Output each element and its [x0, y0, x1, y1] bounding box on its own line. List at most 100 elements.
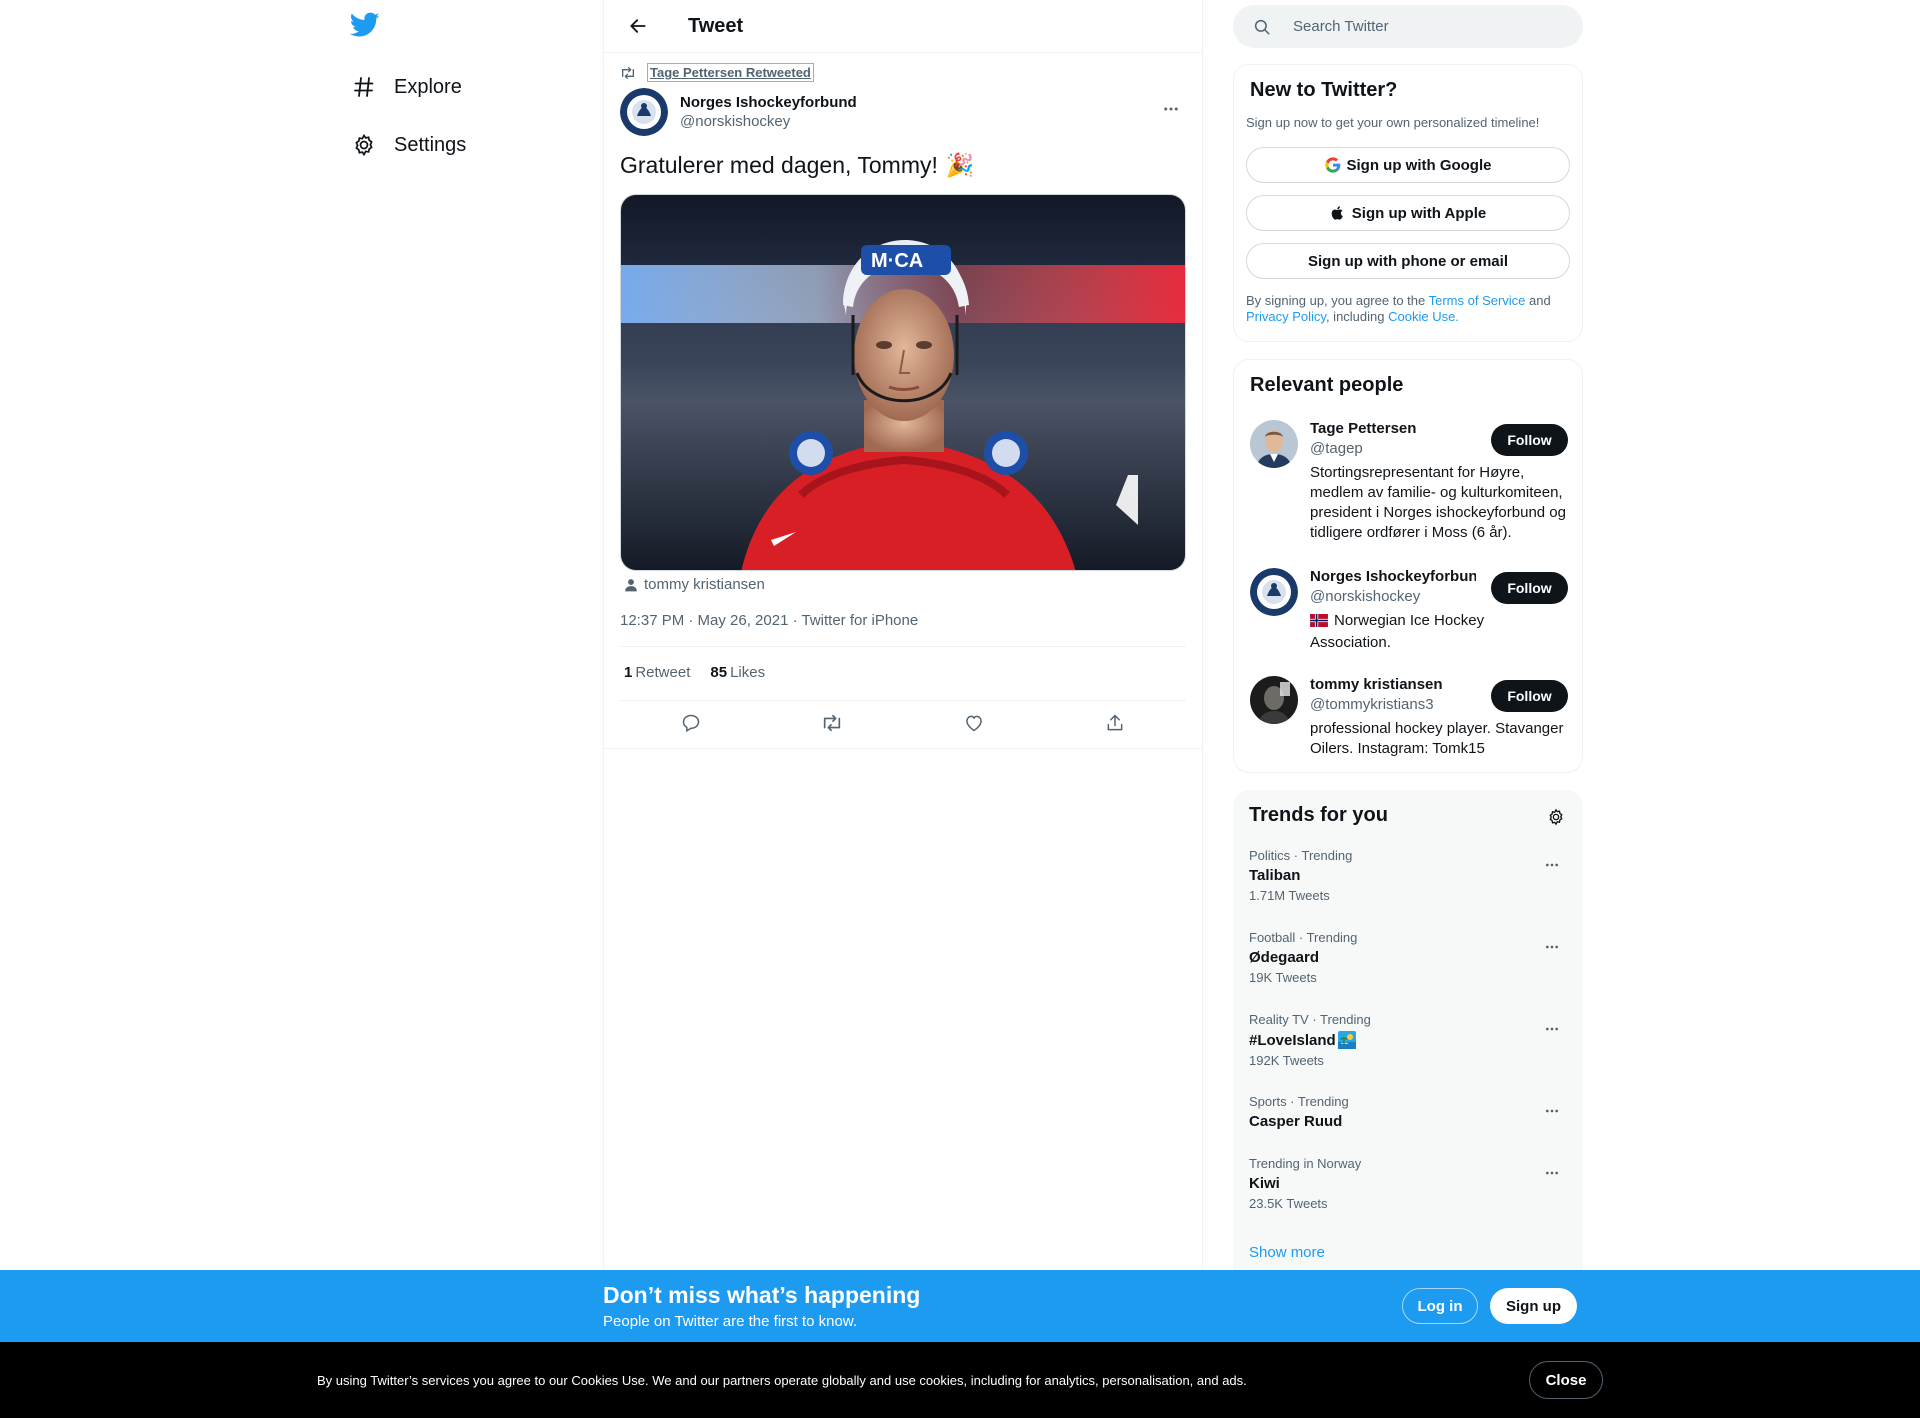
tweet-timestamp[interactable]: 12:37 PM · May 26, 2021 · Twitter for iP… — [620, 612, 918, 629]
more-options-button[interactable] — [1154, 92, 1188, 126]
relevant-people-card: Relevant people Tage Pettersen @tagep St… — [1233, 359, 1583, 773]
retweet-button[interactable] — [813, 704, 851, 742]
more-icon — [1546, 1027, 1558, 1031]
search-input[interactable] — [1293, 18, 1553, 35]
like-button[interactable] — [955, 704, 993, 742]
back-button[interactable] — [620, 8, 656, 44]
avatar[interactable] — [1250, 420, 1298, 468]
trend-context: Football · Trending — [1249, 930, 1358, 945]
author-handle[interactable]: @norskishockey — [680, 113, 857, 130]
page-title: Tweet — [688, 14, 744, 37]
signup-apple-label: Sign up with Apple — [1351, 204, 1487, 222]
gear-icon — [1549, 808, 1563, 826]
author-name[interactable]: Norges Ishockeyforbund — [680, 94, 857, 111]
cookie-use-link[interactable]: Cookie Use. — [1388, 309, 1459, 324]
more-icon — [1164, 107, 1178, 111]
main-column: Tweet Tage Pettersen Retweeted Norges Is… — [603, 0, 1203, 1270]
tagged-user[interactable]: tommy kristiansen — [624, 576, 765, 593]
more-icon — [1546, 1109, 1558, 1113]
trend-name: Taliban — [1249, 867, 1301, 884]
reply-icon — [682, 714, 700, 733]
twitter-logo-icon[interactable] — [349, 12, 382, 44]
trend-item[interactable]: Football · Trending Ødegaard 19K Tweets — [1249, 930, 1567, 985]
more-icon — [1546, 945, 1558, 949]
trend-item[interactable]: Politics · Trending Taliban 1.71M Tweets — [1249, 848, 1567, 903]
trends-settings-button[interactable] — [1541, 802, 1571, 832]
banner-subtitle: People on Twitter are the first to know. — [603, 1313, 858, 1330]
gear-icon — [350, 131, 378, 159]
person-name[interactable]: Tage Pettersen — [1310, 420, 1476, 437]
trend-count: 19K Tweets — [1249, 970, 1317, 985]
login-button[interactable]: Log in — [1402, 1288, 1478, 1324]
nav-settings-label: Settings — [394, 133, 467, 156]
trend-count: 23.5K Tweets — [1249, 1196, 1328, 1211]
trend-more-button[interactable] — [1537, 850, 1567, 880]
tagged-user-name: tommy kristiansen — [644, 576, 765, 593]
signup-apple-button[interactable]: Sign up with Apple — [1246, 195, 1570, 231]
trend-more-button[interactable] — [1537, 1014, 1567, 1044]
trend-more-button[interactable] — [1537, 1158, 1567, 1188]
person-norges-ishockeyforbund[interactable]: Norges Ishockeyforbund @norskishockey No… — [1250, 568, 1568, 653]
tweet-stats: 1 Retweet 85 Likes — [624, 664, 785, 681]
person-name[interactable]: Norges Ishockeyforbund — [1310, 568, 1476, 585]
retweeted-by-link[interactable]: Tage Pettersen Retweeted — [647, 63, 814, 82]
person-tommy-kristiansen[interactable]: tommy kristiansen @tommykristians3 profe… — [1250, 676, 1568, 759]
nav-explore[interactable]: Explore — [350, 62, 462, 112]
signup-phone-email-button[interactable]: Sign up with phone or email — [1246, 243, 1570, 279]
trend-count: 1.71M Tweets — [1249, 888, 1330, 903]
show-more-link[interactable]: Show more — [1249, 1244, 1325, 1261]
tweet-photo[interactable]: M·CA — [620, 194, 1186, 571]
share-button[interactable] — [1096, 704, 1134, 742]
avatar[interactable] — [1250, 676, 1298, 724]
search-icon — [1253, 17, 1273, 37]
trend-more-button[interactable] — [1537, 932, 1567, 962]
tweet-author: Norges Ishockeyforbund @norskishockey — [620, 88, 1188, 136]
tweet-text: Gratulerer med dagen, Tommy! 🎉 — [620, 152, 975, 179]
trend-context: Reality TV · Trending — [1249, 1012, 1371, 1027]
retweet-context: Tage Pettersen Retweeted — [620, 63, 814, 82]
privacy-policy-link[interactable]: Privacy Policy — [1246, 309, 1326, 324]
person-name[interactable]: tommy kristiansen — [1310, 676, 1476, 693]
cookie-close-button[interactable]: Close — [1529, 1361, 1603, 1399]
page-header: Tweet — [604, 0, 1202, 53]
divider — [620, 646, 1186, 647]
trend-context: Politics · Trending — [1249, 848, 1353, 863]
signup-google-button[interactable]: Sign up with Google — [1246, 147, 1570, 183]
trend-item[interactable]: Trending in Norway Kiwi 23.5K Tweets — [1249, 1156, 1567, 1211]
trend-context: Trending in Norway — [1249, 1156, 1362, 1171]
follow-button[interactable]: Follow — [1491, 680, 1568, 712]
signup-button[interactable]: Sign up — [1490, 1288, 1577, 1324]
signup-google-label: Sign up with Google — [1346, 156, 1492, 174]
trend-item[interactable]: Reality TV · Trending #LoveIsland 192K T… — [1249, 1012, 1567, 1068]
divider — [620, 700, 1186, 701]
terms-of-service-link[interactable]: Terms of Service — [1429, 293, 1526, 308]
person-bio: Stortingsrepresentant for Høyre, medlem … — [1310, 464, 1566, 541]
search-box[interactable] — [1233, 5, 1583, 48]
like-count-value: 85 — [710, 664, 728, 681]
more-icon — [1546, 863, 1558, 867]
like-count-label: Likes — [730, 664, 766, 681]
follow-button[interactable]: Follow — [1491, 424, 1568, 456]
avatar[interactable] — [1250, 568, 1298, 616]
reply-button[interactable] — [672, 704, 710, 742]
retweet-icon — [622, 66, 634, 79]
trend-more-button[interactable] — [1537, 1096, 1567, 1126]
author-avatar[interactable] — [620, 88, 668, 136]
person-tage-pettersen[interactable]: Tage Pettersen @tagep Stortingsrepresent… — [1250, 420, 1568, 543]
follow-button[interactable]: Follow — [1491, 572, 1568, 604]
divider — [604, 748, 1202, 749]
cookie-banner: By using Twitter’s services you agree to… — [0, 1342, 1920, 1418]
trends-title: Trends for you — [1249, 804, 1388, 826]
like-count[interactable]: 85 Likes — [710, 664, 765, 681]
person-icon — [625, 578, 637, 591]
retweet-count[interactable]: 1 Retweet — [624, 664, 690, 681]
retweet-icon — [824, 714, 841, 732]
banner-title: Don’t miss what’s happening — [603, 1282, 921, 1308]
terms-prefix: By signing up, you agree to the — [1246, 293, 1429, 308]
back-arrow-icon — [630, 19, 646, 33]
new-to-twitter-title: New to Twitter? — [1250, 79, 1398, 101]
nav-settings[interactable]: Settings — [350, 120, 466, 170]
trend-item[interactable]: Sports · Trending Casper Ruud — [1249, 1094, 1567, 1130]
signup-banner: Don’t miss what’s happening People on Tw… — [0, 1270, 1920, 1342]
nav-explore-label: Explore — [394, 75, 462, 98]
